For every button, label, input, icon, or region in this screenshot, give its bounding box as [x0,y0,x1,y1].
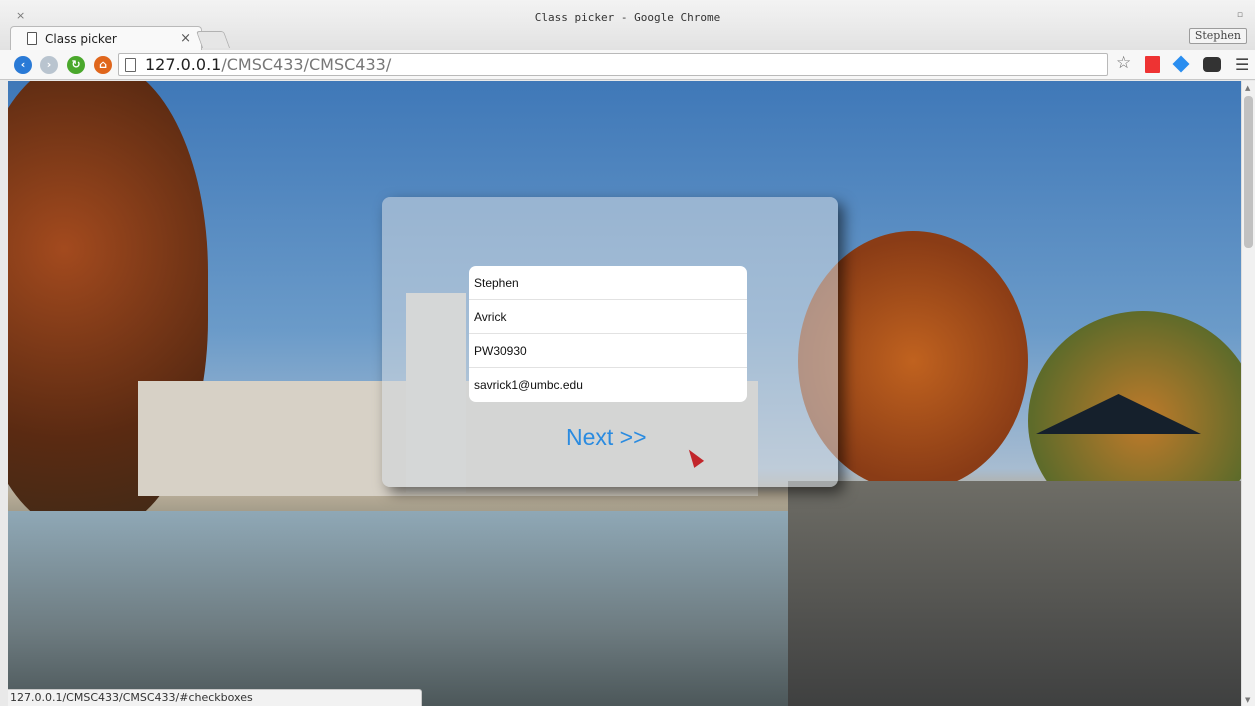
page-icon [27,32,37,45]
scroll-up-icon[interactable]: ▲ [1245,84,1250,92]
tab-class-picker[interactable]: Class picker × [10,26,202,50]
mask-extension-icon[interactable] [1203,57,1221,72]
first-name-input[interactable] [469,266,747,300]
scroll-down-icon[interactable]: ▼ [1245,696,1250,704]
star-icon[interactable]: ☆ [1116,53,1131,73]
address-url: 127.0.0.1/CMSC433/CMSC433/ [145,55,391,74]
background-water [8,511,808,706]
status-url-bubble: 127.0.0.1/CMSC433/CMSC433/#checkboxes [8,689,422,706]
tab-close-icon[interactable]: × [180,31,191,46]
window-titlebar: × Class picker - Google Chrome ▫ Class p… [0,0,1255,50]
user-info-form [469,266,747,402]
last-name-input[interactable] [469,300,747,334]
scrollbar-thumb[interactable] [1244,96,1253,248]
bookmark-extension-icon[interactable] [1145,56,1160,73]
email-input[interactable] [469,368,747,402]
browser-toolbar: ‹ › ↻ ⌂ 127.0.0.1/CMSC433/CMSC433/ [0,50,1255,80]
reload-icon[interactable]: ↻ [67,56,85,74]
page-icon [125,58,136,72]
menu-icon[interactable]: ☰ [1235,55,1249,74]
window-restore-icon[interactable]: ▫ [1237,10,1243,20]
home-icon[interactable]: ⌂ [94,56,112,74]
page-scrollbar[interactable]: ▲ ▼ [1241,81,1255,706]
class-picker-card: Next >> [382,197,838,487]
back-icon[interactable]: ‹ [14,56,32,74]
new-tab-button[interactable] [195,31,231,48]
page-viewport: Next >> [8,81,1241,706]
background-deck [788,481,1241,706]
profile-button[interactable]: Stephen [1188,28,1247,44]
window-title: Class picker - Google Chrome [534,11,721,24]
next-button[interactable]: Next >> [566,424,647,451]
campus-id-input[interactable] [469,334,747,368]
forward-icon[interactable]: › [40,56,58,74]
tab-label: Class picker [45,32,117,46]
address-bar[interactable]: 127.0.0.1/CMSC433/CMSC433/ [118,53,1108,76]
url-host: 127.0.0.1 [145,55,222,74]
url-path: /CMSC433/CMSC433/ [221,55,392,74]
